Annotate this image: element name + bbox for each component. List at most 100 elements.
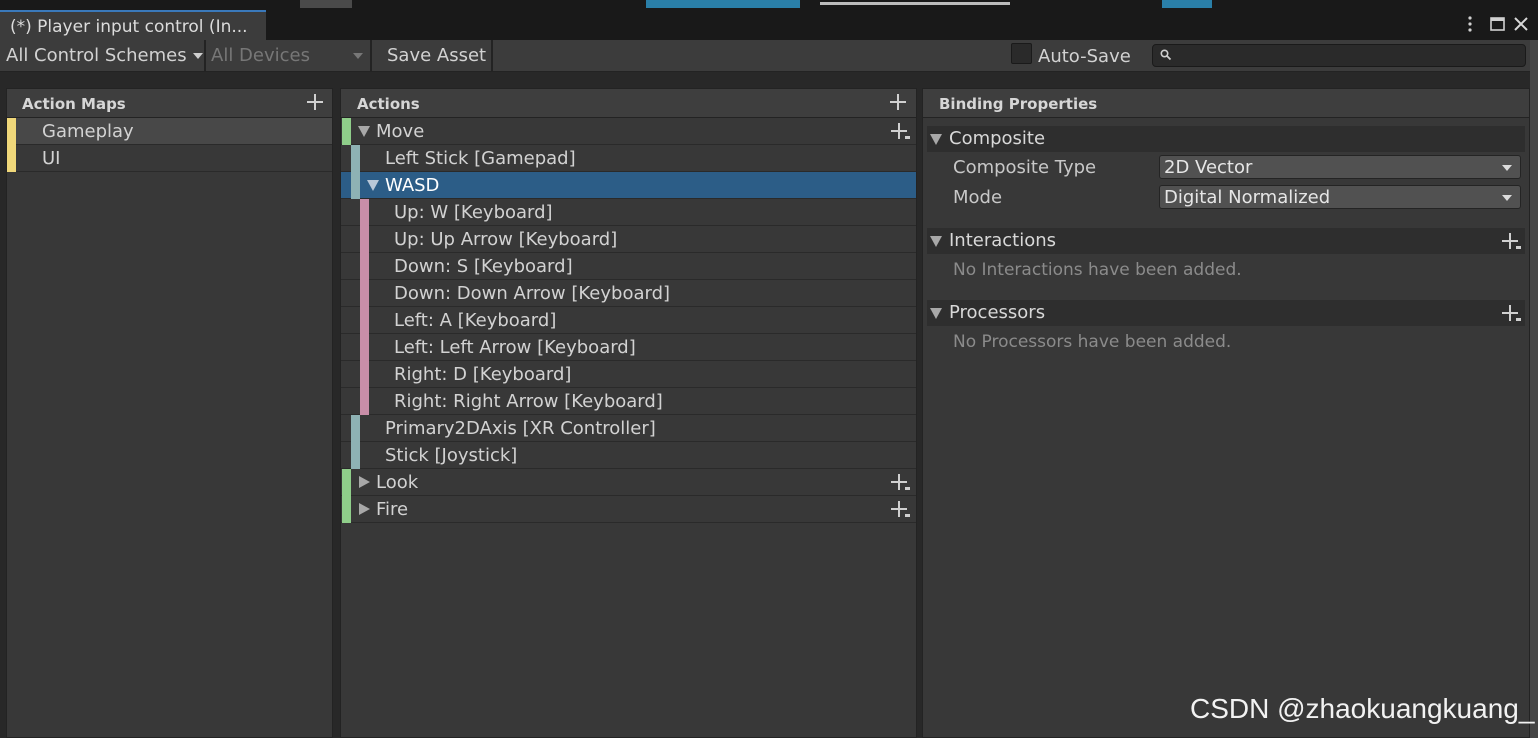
maximize-icon[interactable] [1486,12,1508,36]
part-binding-row[interactable]: Up: W [Keyboard] [341,199,916,226]
part-binding-label: Right: Right Arrow [Keyboard] [394,391,663,412]
action-row-look[interactable]: Look [341,469,916,496]
save-asset-button[interactable]: Save Asset [381,40,491,71]
add-binding-icon[interactable] [891,501,911,519]
composite-section-header[interactable]: Composite [927,126,1525,152]
background-strip-segment [300,0,352,8]
part-binding-label: Up: Up Arrow [Keyboard] [394,229,618,250]
binding-stripe [351,415,360,442]
binding-label: Primary2DAxis [XR Controller] [385,418,656,439]
background-strip-segment [820,2,1010,5]
part-binding-row[interactable]: Left: A [Keyboard] [341,307,916,334]
part-binding-label: Left: A [Keyboard] [394,310,557,331]
action-map-stripe [7,118,16,145]
close-icon[interactable] [1510,12,1532,36]
part-binding-label: Left: Left Arrow [Keyboard] [394,337,636,358]
window-tab[interactable]: (*) Player input control (In... [0,10,266,40]
composite-label: WASD [385,175,440,196]
binding-row[interactable]: Stick [Joystick] [341,442,916,469]
binding-properties-title: Binding Properties [939,95,1098,113]
action-stripe [342,496,351,523]
devices-label: All Devices [211,45,310,66]
add-binding-icon[interactable] [891,123,911,141]
background-strip-segment [646,0,800,8]
background-window-strip [0,0,1538,10]
composite-type-value: 2D Vector [1164,157,1253,178]
add-interaction-icon[interactable] [1502,233,1522,251]
composite-section-title: Composite [949,128,1046,149]
expand-triangle-icon[interactable] [930,134,942,145]
expand-triangle-icon[interactable] [367,180,379,191]
collapse-triangle-icon[interactable] [359,476,370,488]
collapse-triangle-icon[interactable] [359,503,370,515]
toolbar: All Control Schemes All Devices Save Ass… [0,40,1538,72]
binding-stripe [351,172,360,199]
binding-properties-header: Binding Properties [923,89,1529,118]
save-asset-label: Save Asset [387,45,487,66]
action-row-fire[interactable]: Fire [341,496,916,523]
background-strip-segment [1162,0,1212,8]
part-binding-label: Down: S [Keyboard] [394,256,573,277]
auto-save-checkbox[interactable] [1011,43,1032,64]
action-label: Fire [376,499,409,520]
auto-save-label: Auto-Save [1038,46,1131,67]
part-stripe [360,307,369,334]
control-schemes-label: All Control Schemes [6,45,187,66]
action-maps-title: Action Maps [22,95,126,113]
add-action-map-icon[interactable] [307,94,323,110]
binding-label: Left Stick [Gamepad] [385,148,576,169]
part-binding-row[interactable]: Right: D [Keyboard] [341,361,916,388]
processors-section-header[interactable]: Processors [927,300,1525,326]
binding-row[interactable]: Primary2DAxis [XR Controller] [341,415,916,442]
devices-dropdown[interactable]: All Devices [207,40,369,71]
mode-label: Mode [953,187,1003,208]
part-stripe [360,388,369,415]
action-label: Look [376,472,419,493]
expand-triangle-icon[interactable] [358,126,370,137]
action-row-move[interactable]: Move [341,118,916,145]
expand-triangle-icon[interactable] [930,236,942,247]
add-processor-icon[interactable] [1502,305,1522,323]
mode-dropdown[interactable]: Digital Normalized [1159,185,1521,209]
composite-type-label: Composite Type [953,157,1097,178]
part-stripe [360,199,369,226]
part-binding-row[interactable]: Up: Up Arrow [Keyboard] [341,226,916,253]
action-map-label: UI [42,148,61,169]
action-map-stripe [7,145,16,172]
more-options-icon[interactable] [1459,12,1481,36]
part-binding-row[interactable]: Down: Down Arrow [Keyboard] [341,280,916,307]
title-bar: (*) Player input control (In... [0,10,1538,40]
actions-panel: Actions Move Left Stick [Gamepad] WASD U… [340,88,917,738]
part-stripe [360,361,369,388]
binding-stripe [351,145,360,172]
action-map-label: Gameplay [42,121,134,142]
interactions-section-header[interactable]: Interactions [927,228,1525,254]
scrollbar[interactable] [1530,40,1538,738]
composite-type-dropdown[interactable]: 2D Vector [1159,155,1521,179]
control-schemes-dropdown[interactable]: All Control Schemes [6,40,203,71]
toolbar-divider [370,40,372,71]
toolbar-divider [491,40,493,71]
expand-triangle-icon[interactable] [930,308,942,319]
part-binding-row[interactable]: Down: S [Keyboard] [341,253,916,280]
mode-value: Digital Normalized [1164,187,1331,208]
chevron-down-icon [1502,195,1512,201]
chevron-down-icon [192,52,203,59]
toolbar-divider [204,40,206,71]
part-binding-label: Right: D [Keyboard] [394,364,572,385]
chevron-down-icon [353,53,363,59]
add-action-icon[interactable] [890,94,906,110]
composite-row-wasd[interactable]: WASD [341,172,916,199]
action-map-item-gameplay[interactable]: Gameplay [7,118,332,145]
search-icon [1160,49,1172,61]
chevron-down-icon [1502,165,1512,171]
part-stripe [360,253,369,280]
action-map-item-ui[interactable]: UI [7,145,332,172]
watermark: CSDN @zhaokuangkuang_ [1190,693,1535,724]
part-stripe [360,334,369,361]
binding-row[interactable]: Left Stick [Gamepad] [341,145,916,172]
search-input[interactable] [1152,44,1526,67]
part-binding-row[interactable]: Right: Right Arrow [Keyboard] [341,388,916,415]
add-binding-icon[interactable] [891,474,911,492]
part-binding-row[interactable]: Left: Left Arrow [Keyboard] [341,334,916,361]
